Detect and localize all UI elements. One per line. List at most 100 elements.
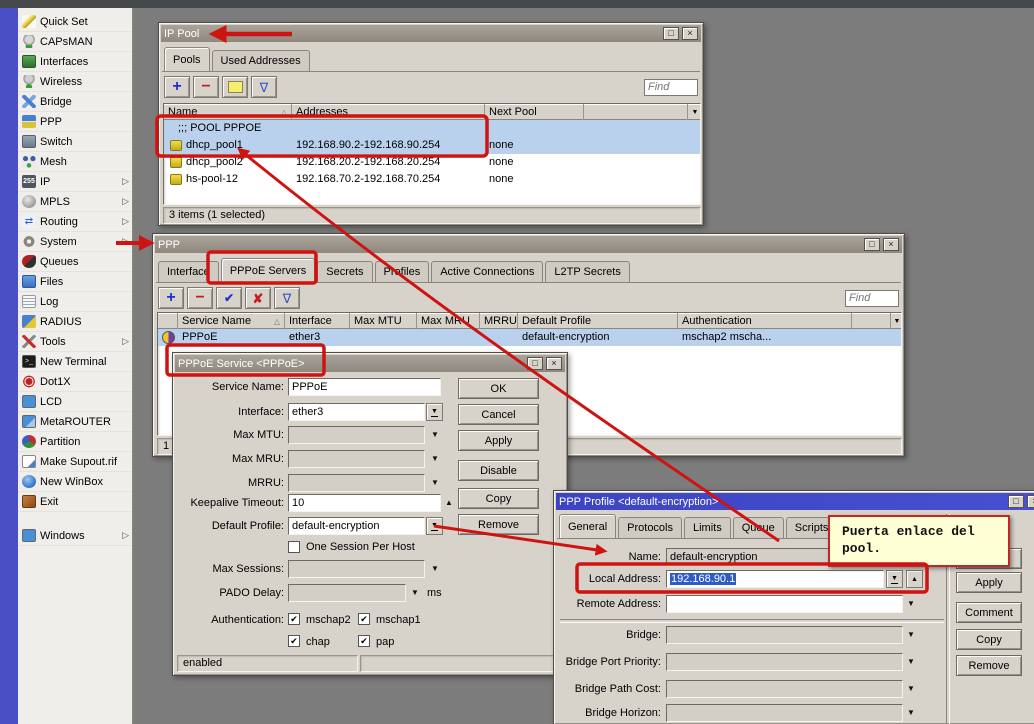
ok-button[interactable]: OK — [458, 378, 539, 399]
sidebar-item-windows[interactable]: Windows▷ — [18, 526, 132, 546]
copy-button[interactable]: Copy — [956, 629, 1022, 650]
column-header-default-profile[interactable]: Default Profile — [518, 313, 678, 329]
table-row-dhcp-pool1[interactable]: dhcp_pool1 192.168.90.2-192.168.90.254 n… — [164, 137, 700, 154]
chap-checkbox[interactable]: ✔ — [288, 635, 300, 647]
local-address-dropdown-icon[interactable]: ▼ — [886, 570, 903, 588]
remove-button[interactable]: − — [187, 287, 213, 309]
default-profile-field[interactable]: default-encryption — [288, 517, 425, 535]
max-sessions-field[interactable] — [288, 560, 425, 578]
remove-button[interactable]: − — [193, 76, 219, 98]
add-button[interactable]: + — [158, 287, 184, 309]
max-mru-field[interactable] — [288, 450, 425, 468]
find-input[interactable] — [644, 79, 698, 96]
tab-active-connections[interactable]: Active Connections — [431, 261, 543, 282]
tab-general[interactable]: General — [559, 514, 616, 538]
remote-address-field[interactable] — [666, 595, 903, 613]
bridge-horizon-dropdown-icon[interactable]: ▼ — [907, 704, 915, 722]
bridge-dropdown-icon[interactable]: ▼ — [907, 626, 915, 644]
maximize-icon[interactable]: □ — [864, 238, 880, 251]
ip-pool-titlebar[interactable]: IP Pool □ × — [161, 25, 701, 42]
column-header-next-pool[interactable]: Next Pool — [485, 104, 584, 120]
sidebar-item-lcd[interactable]: LCD — [18, 392, 132, 412]
sidebar-item-partition[interactable]: Partition — [18, 432, 132, 452]
service-name-field[interactable]: PPPoE — [288, 378, 441, 396]
find-input[interactable] — [845, 290, 899, 307]
sidebar-item-wireless[interactable]: Wireless — [18, 72, 132, 92]
sidebar-item-tools[interactable]: Tools▷ — [18, 332, 132, 352]
column-header-max-mru[interactable]: Max MRU — [417, 313, 480, 329]
sidebar-item-radius[interactable]: RADIUS — [18, 312, 132, 332]
close-icon[interactable]: × — [682, 27, 698, 40]
one-session-checkbox[interactable] — [288, 541, 300, 553]
pado-delay-field[interactable] — [288, 584, 406, 602]
sidebar-item-new-winbox[interactable]: New WinBox — [18, 472, 132, 492]
tab-protocols[interactable]: Protocols — [618, 517, 682, 538]
bridge-field[interactable] — [666, 626, 903, 644]
bridge-horizon-field[interactable] — [666, 704, 903, 722]
cancel-button[interactable]: Cancel — [458, 404, 539, 425]
mrru-dropdown-icon[interactable]: ▼ — [431, 474, 439, 492]
default-profile-dropdown-icon[interactable]: ▼ — [426, 517, 443, 535]
filter-button[interactable]: ∇ — [251, 76, 277, 98]
tab-secrets[interactable]: Secrets — [317, 261, 372, 282]
disable-button[interactable]: ✘ — [245, 287, 271, 309]
table-row-dhcp-pool2[interactable]: dhcp_pool2 192.168.20.2-192.168.20.254 n… — [164, 154, 700, 171]
sidebar-item-queues[interactable]: Queues — [18, 252, 132, 272]
apply-button[interactable]: Apply — [956, 572, 1022, 593]
local-address-field[interactable]: 192.168.90.1 — [666, 570, 884, 588]
sidebar-item-mpls[interactable]: MPLS▷ — [18, 192, 132, 212]
enable-button[interactable]: ✔ — [216, 287, 242, 309]
filter-button[interactable]: ∇ — [274, 287, 300, 309]
add-button[interactable]: + — [164, 76, 190, 98]
copy-button[interactable]: Copy — [458, 488, 539, 509]
column-header-service-name[interactable]: Service Name△ — [178, 313, 285, 329]
max-mtu-dropdown-icon[interactable]: ▼ — [431, 426, 439, 444]
remove-button[interactable]: Remove — [956, 655, 1022, 676]
close-icon[interactable]: × — [883, 238, 899, 251]
sidebar-item-files[interactable]: Files — [18, 272, 132, 292]
table-row-hs-pool-12[interactable]: hs-pool-12 192.168.70.2-192.168.70.254 n… — [164, 171, 700, 188]
close-icon[interactable]: × — [1027, 495, 1034, 508]
tab-pools[interactable]: Pools — [164, 47, 210, 71]
ppp-titlebar[interactable]: PPP □ × — [155, 236, 902, 253]
maximize-icon[interactable]: □ — [527, 357, 543, 370]
column-header-max-mtu[interactable]: Max MTU — [350, 313, 417, 329]
column-header-interface[interactable]: Interface — [285, 313, 350, 329]
table-row-pppoe-service[interactable]: PPPoE ether3 default-encryption mschap2 … — [158, 329, 901, 346]
column-header-addresses[interactable]: Addresses — [292, 104, 485, 120]
mschap1-checkbox[interactable]: ✔ — [358, 613, 370, 625]
max-mru-dropdown-icon[interactable]: ▼ — [431, 450, 439, 468]
sidebar-item-capsman[interactable]: CAPsMAN — [18, 32, 132, 52]
pppoe-service-titlebar[interactable]: PPPoE Service <PPPoE> □ × — [175, 355, 565, 372]
max-sessions-dropdown-icon[interactable]: ▼ — [431, 560, 439, 578]
close-icon[interactable]: × — [546, 357, 562, 370]
column-header-mrru[interactable]: MRRU — [480, 313, 518, 329]
mschap2-checkbox[interactable]: ✔ — [288, 613, 300, 625]
column-chooser-icon[interactable]: ▼ — [688, 104, 701, 120]
max-mtu-field[interactable] — [288, 426, 425, 444]
sidebar-item-interfaces[interactable]: Interfaces — [18, 52, 132, 72]
bridge-path-cost-dropdown-icon[interactable]: ▼ — [907, 680, 915, 698]
sidebar-item-log[interactable]: Log — [18, 292, 132, 312]
bridge-port-priority-field[interactable] — [666, 653, 903, 671]
sidebar-item-switch[interactable]: Switch — [18, 132, 132, 152]
pap-checkbox[interactable]: ✔ — [358, 635, 370, 647]
tab-profiles[interactable]: Profiles — [375, 261, 430, 282]
sidebar-item-metarouter[interactable]: MetaROUTER — [18, 412, 132, 432]
comment-button[interactable]: Comment — [956, 602, 1022, 623]
ppp-profile-titlebar[interactable]: PPP Profile <default-encryption> — [556, 493, 1034, 510]
bridge-path-cost-field[interactable] — [666, 680, 903, 698]
sidebar-item-routing[interactable]: Routing▷ — [18, 212, 132, 232]
comment-button[interactable] — [222, 76, 248, 98]
remote-address-dropdown-icon[interactable]: ▼ — [907, 595, 915, 613]
sidebar-item-mesh[interactable]: Mesh — [18, 152, 132, 172]
tab-limits[interactable]: Limits — [684, 517, 731, 538]
maximize-icon[interactable]: □ — [663, 27, 679, 40]
interface-field[interactable]: ether3 — [288, 403, 425, 421]
disable-button[interactable]: Disable — [458, 460, 539, 481]
column-chooser-icon[interactable]: ▼ — [891, 313, 902, 329]
keepalive-timeout-field[interactable]: 10 — [288, 494, 441, 512]
column-header-authentication[interactable]: Authentication — [678, 313, 852, 329]
sidebar-item-bridge[interactable]: Bridge — [18, 92, 132, 112]
tab-queue[interactable]: Queue — [733, 517, 784, 538]
